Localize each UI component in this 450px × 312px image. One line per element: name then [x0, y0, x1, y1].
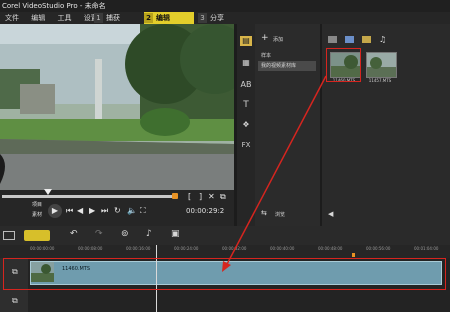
drag-arrow	[222, 75, 327, 272]
